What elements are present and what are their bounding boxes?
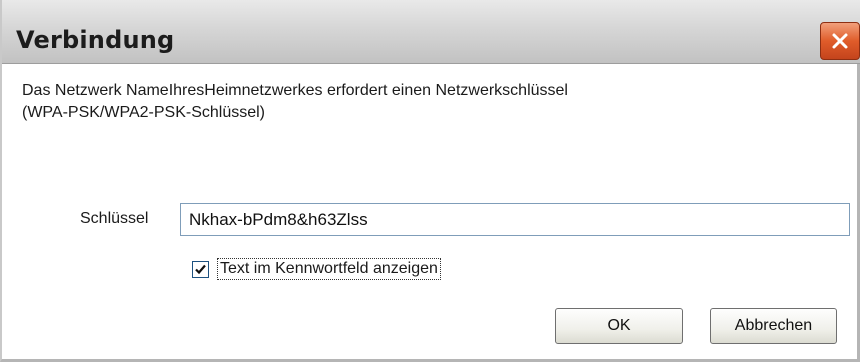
show-text-label[interactable]: Text im Kennwortfeld anzeigen [217,258,441,280]
message-line-2: (WPA-PSK/WPA2-PSK-Schlüssel) [22,104,266,121]
message-line-1: Das Netzwerk NameIhresHeimnetzwerkes erf… [22,82,568,99]
ok-button[interactable]: OK [555,308,683,344]
title-bar[interactable]: Verbindung [2,0,860,64]
key-input[interactable] [180,203,850,236]
show-text-checkbox[interactable] [192,260,209,278]
network-key-message: Das Netzwerk NameIhresHeimnetzwerkes erf… [22,80,822,124]
key-label: Schlüssel [80,210,149,227]
close-icon [832,33,848,49]
close-button[interactable] [820,22,860,60]
show-text-option[interactable]: Text im Kennwortfeld anzeigen [192,258,441,280]
window-title: Verbindung [16,26,175,54]
cancel-button[interactable]: Abbrechen [710,308,837,344]
connection-dialog: Verbindung Das Netzwerk NameIhresHeimnet… [0,0,860,362]
checkmark-icon [195,264,206,274]
